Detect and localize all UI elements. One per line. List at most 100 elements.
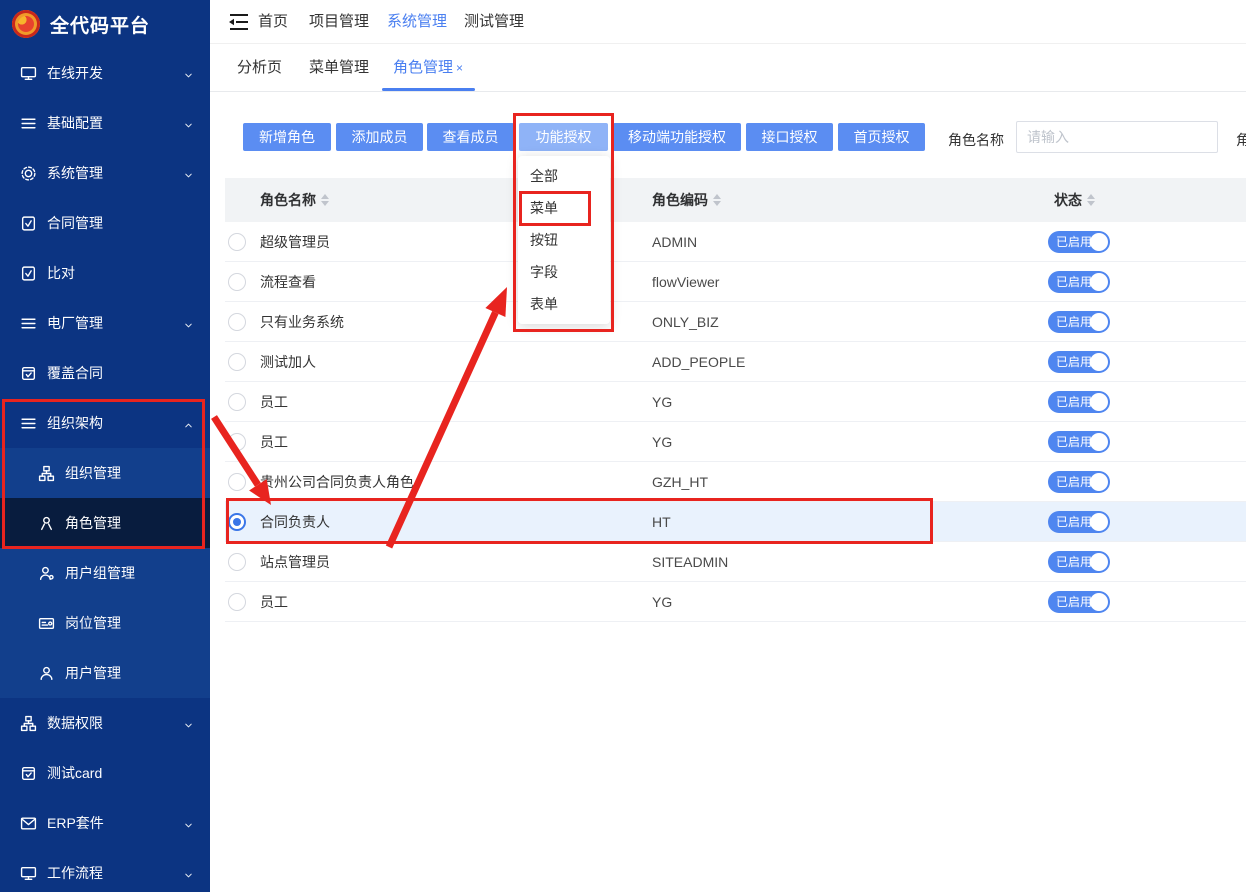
status-label: 已启用 — [1056, 591, 1092, 613]
menu-fold-icon[interactable] — [228, 13, 250, 31]
column-header-role-code[interactable]: 角色编码 — [652, 190, 721, 210]
close-icon[interactable]: × — [456, 61, 463, 75]
topnav-item-home[interactable]: 首页 — [258, 0, 288, 44]
row-radio[interactable] — [228, 313, 246, 331]
sidebar-item-data-permission[interactable]: 数据权限 — [0, 698, 210, 748]
row-radio[interactable] — [228, 473, 246, 491]
dropdown-item-menu[interactable]: 菜单 — [518, 192, 610, 224]
status-toggle[interactable]: 已启用 — [1048, 231, 1110, 253]
chevron-down-icon — [183, 818, 194, 829]
sort-caret-icon[interactable] — [1087, 194, 1095, 206]
sidebar-item-online-dev[interactable]: 在线开发 — [0, 48, 210, 98]
post-card-icon — [38, 615, 55, 632]
status-toggle[interactable]: 已启用 — [1048, 311, 1110, 333]
sidebar-item-user-mgmt[interactable]: 用户管理 — [0, 648, 210, 698]
role-name-filter-input[interactable] — [1016, 121, 1218, 153]
dropdown-item-field[interactable]: 字段 — [518, 256, 610, 288]
role-name-cell: 员工 — [260, 582, 288, 622]
topnav-item-project-mgmt[interactable]: 项目管理 — [309, 0, 369, 44]
sidebar-item-workflow[interactable]: 工作流程 — [0, 848, 210, 892]
status-label: 已启用 — [1056, 351, 1092, 373]
row-radio[interactable] — [228, 233, 246, 251]
sidebar-item-system-mgmt[interactable]: 系统管理 — [0, 148, 210, 198]
sidebar-item-role-mgmt[interactable]: 角色管理 — [0, 498, 210, 548]
sidebar-item-basic-config[interactable]: 基础配置 — [0, 98, 210, 148]
toggle-knob — [1090, 393, 1108, 411]
row-radio[interactable] — [228, 553, 246, 571]
toggle-knob — [1090, 473, 1108, 491]
chevron-down-icon — [183, 118, 194, 129]
dropdown-item-form[interactable]: 表单 — [518, 288, 610, 320]
table-row[interactable]: 站点管理员 SITEADMIN 已启用 — [225, 542, 1246, 582]
tab-role-mgmt-label: 角色管理 — [393, 59, 453, 76]
table-row[interactable]: 只有业务系统 ONLY_BIZ 已启用 — [225, 302, 1246, 342]
sidebar-item-usergroup-mgmt[interactable]: 用户组管理 — [0, 548, 210, 598]
api-auth-button[interactable]: 接口授权 — [746, 123, 833, 151]
row-radio[interactable] — [228, 593, 246, 611]
gear-icon — [20, 165, 37, 182]
sidebar-item-label: 比对 — [47, 263, 75, 283]
tab-menu-mgmt[interactable]: 菜单管理 — [309, 44, 369, 91]
app-window: 全代码平台 在线开发 基础配置 系统管理 合同管理 比对 电厂管理 — [0, 0, 1246, 892]
status-toggle[interactable]: 已启用 — [1048, 391, 1110, 413]
role-code-cell: SITEADMIN — [652, 542, 728, 582]
menu-lines-icon — [20, 115, 37, 132]
sidebar-item-plant-mgmt[interactable]: 电厂管理 — [0, 298, 210, 348]
row-radio-checked[interactable] — [228, 513, 246, 531]
status-toggle[interactable]: 已启用 — [1048, 511, 1110, 533]
add-role-button[interactable]: 新增角色 — [243, 123, 331, 151]
column-header-role-name[interactable]: 角色名称 — [260, 190, 329, 210]
row-radio[interactable] — [228, 393, 246, 411]
sidebar-item-test-card[interactable]: 测试card — [0, 748, 210, 798]
table-row[interactable]: 员工 YG 已启用 — [225, 382, 1246, 422]
tab-analysis[interactable]: 分析页 — [237, 44, 282, 91]
table-row[interactable]: 流程查看 flowViewer 已启用 — [225, 262, 1246, 302]
sidebar-item-erp-suite[interactable]: ERP套件 — [0, 798, 210, 848]
status-toggle[interactable]: 已启用 — [1048, 351, 1110, 373]
sidebar-item-org-mgmt[interactable]: 组织管理 — [0, 448, 210, 498]
dropdown-item-button[interactable]: 按钮 — [518, 224, 610, 256]
table-row[interactable]: 员工 YG 已启用 — [225, 582, 1246, 622]
table-row-selected[interactable]: 合同负责人 HT 已启用 — [225, 502, 1246, 542]
contract-icon — [20, 215, 37, 232]
table-row[interactable]: 贵州公司合同负责人角色 GZH_HT 已启用 — [225, 462, 1246, 502]
function-auth-button[interactable]: 功能授权 — [519, 123, 608, 151]
column-header-status[interactable]: 状态 — [1054, 190, 1095, 210]
role-code-cell: GZH_HT — [652, 462, 708, 502]
sidebar-item-label: 岗位管理 — [65, 613, 121, 633]
role-name-filter-label: 角色名称 — [948, 130, 1004, 150]
tab-role-mgmt[interactable]: 角色管理× — [393, 44, 463, 91]
status-toggle[interactable]: 已启用 — [1048, 431, 1110, 453]
sidebar-item-label: ERP套件 — [47, 813, 104, 833]
add-member-button[interactable]: 添加成员 — [336, 123, 423, 151]
role-name-cell: 只有业务系统 — [260, 302, 344, 342]
sort-caret-icon[interactable] — [321, 194, 329, 206]
row-radio[interactable] — [228, 433, 246, 451]
table-row[interactable]: 测试加人 ADD_PEOPLE 已启用 — [225, 342, 1246, 382]
sidebar-item-org-structure[interactable]: 组织架构 — [0, 398, 210, 448]
mobile-function-auth-button[interactable]: 移动端功能授权 — [613, 123, 741, 151]
sort-caret-icon[interactable] — [713, 194, 721, 206]
status-toggle[interactable]: 已启用 — [1048, 591, 1110, 613]
role-code-cell: flowViewer — [652, 262, 719, 302]
sidebar-item-contract-mgmt[interactable]: 合同管理 — [0, 198, 210, 248]
status-toggle[interactable]: 已启用 — [1048, 551, 1110, 573]
sidebar-item-compare[interactable]: 比对 — [0, 248, 210, 298]
status-toggle[interactable]: 已启用 — [1048, 471, 1110, 493]
status-label: 已启用 — [1056, 471, 1092, 493]
table-row[interactable]: 员工 YG 已启用 — [225, 422, 1246, 462]
orgchart-icon — [20, 715, 37, 732]
row-radio[interactable] — [228, 273, 246, 291]
topnav-item-test-mgmt[interactable]: 测试管理 — [464, 0, 524, 44]
role-code-filter-label-partial: 角 — [1236, 130, 1246, 150]
dropdown-item-all[interactable]: 全部 — [518, 160, 610, 192]
homepage-auth-button[interactable]: 首页授权 — [838, 123, 925, 151]
chevron-down-icon — [183, 68, 194, 79]
status-toggle[interactable]: 已启用 — [1048, 271, 1110, 293]
sidebar-item-post-mgmt[interactable]: 岗位管理 — [0, 598, 210, 648]
table-row[interactable]: 超级管理员 ADMIN 已启用 — [225, 222, 1246, 262]
row-radio[interactable] — [228, 353, 246, 371]
topnav-item-system-mgmt[interactable]: 系统管理 — [387, 0, 447, 44]
sidebar-item-coverage-contract[interactable]: 覆盖合同 — [0, 348, 210, 398]
view-members-button[interactable]: 查看成员 — [427, 123, 514, 151]
